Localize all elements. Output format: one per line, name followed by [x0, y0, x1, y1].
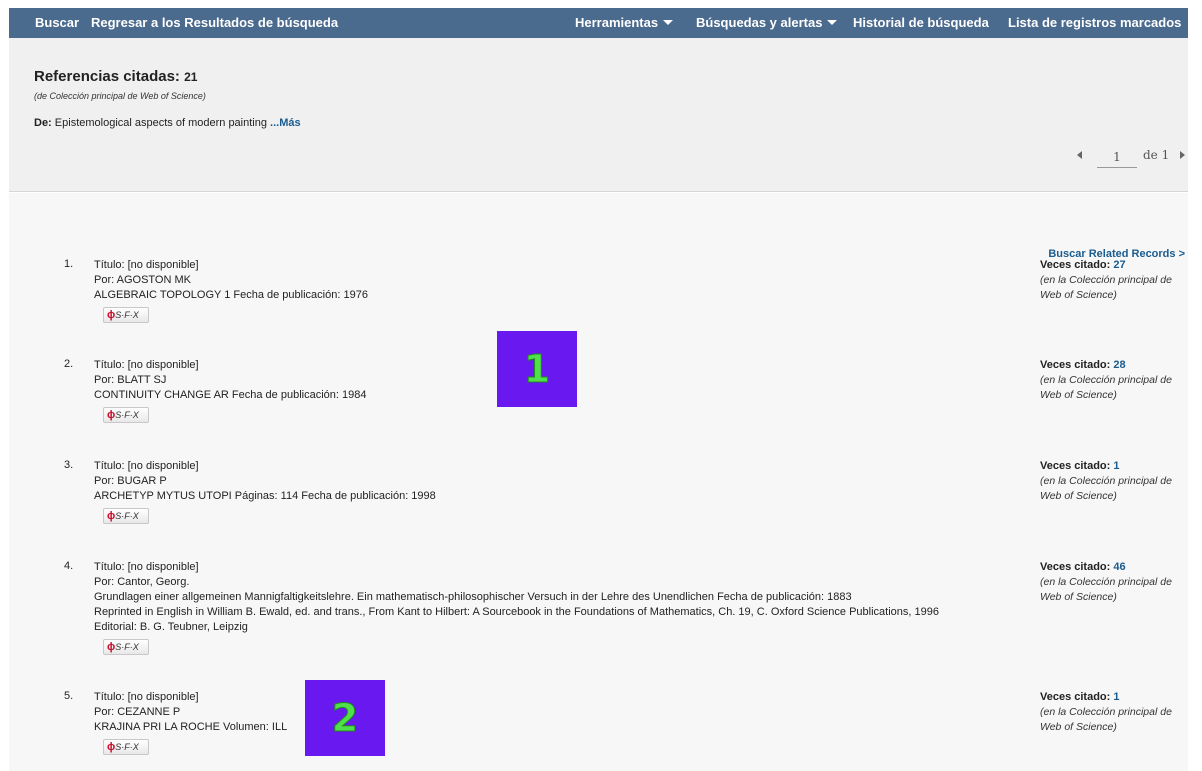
nav-regresar-link[interactable]: Regresar a los Resultados de búsqueda — [91, 15, 338, 30]
times-cited: Veces citado: 1 (en la Colección princip… — [1040, 690, 1185, 735]
record-reprint-note: Reprinted in English in William B. Ewald… — [94, 606, 939, 618]
source-article: De: Epistemological aspects of modern pa… — [34, 117, 301, 129]
times-cited-label: Veces citado: — [1040, 691, 1111, 703]
times-cited-count[interactable]: 46 — [1113, 561, 1125, 573]
next-page-icon[interactable] — [1180, 151, 1185, 159]
nav-busquedas-alertas-menu[interactable]: Búsquedas y alertas — [696, 15, 838, 30]
sfx-button[interactable]: ɸS·F·X — [103, 739, 149, 755]
record-author: Por: BUGAR P — [94, 475, 167, 487]
sfx-logo-icon: ɸ — [107, 741, 116, 753]
times-cited-label: Veces citado: — [1040, 259, 1111, 271]
record-publisher: Editorial: B. G. Teubner, Leipzig — [94, 621, 248, 633]
header-panel: Referencias citadas: 21 (de Colección pr… — [9, 38, 1188, 192]
marker-box-1: 1 — [497, 331, 577, 407]
record-source: ALGEBRAIC TOPOLOGY 1 Fecha de publicació… — [94, 289, 368, 301]
record-number: 3. — [64, 459, 74, 471]
record-title: Título: [no disponible] — [94, 561, 199, 573]
sfx-logo-icon: ɸ — [107, 510, 116, 522]
record-details: Título: [no disponible] Por: Cantor, Geo… — [94, 560, 1034, 655]
from-article-title: Epistemological aspects of modern painti… — [54, 117, 267, 129]
page-title: Referencias citadas: 21 — [34, 68, 197, 85]
reference-count: 21 — [184, 70, 198, 84]
chevron-down-icon — [827, 20, 838, 25]
marker-label-2: 2 — [331, 696, 359, 741]
page-number-input[interactable] — [1097, 146, 1137, 168]
chevron-down-icon — [663, 20, 674, 25]
record-details: Título: [no disponible] Por: BUGAR P ARC… — [94, 459, 1034, 524]
nav-buscar-link[interactable]: Buscar — [35, 15, 79, 30]
times-cited-label: Veces citado: — [1040, 460, 1111, 472]
more-link[interactable]: ...Más — [270, 117, 301, 129]
nav-herramientas-menu[interactable]: Herramientas — [575, 15, 674, 30]
record-number: 1. — [64, 258, 74, 270]
record-author: Por: Cantor, Georg. — [94, 576, 190, 588]
marker-box-2: 2 — [305, 680, 385, 756]
from-label: De: — [34, 117, 52, 129]
sfx-label: S·F·X — [115, 310, 139, 320]
record-author: Por: AGOSTON MK — [94, 274, 191, 286]
collection-source: (de Colección principal de Web of Scienc… — [34, 91, 206, 101]
record-source: Grundlagen einer allgemeinen Mannigfalti… — [94, 591, 852, 603]
sfx-logo-icon: ɸ — [107, 309, 116, 321]
times-cited-note: (en la Colección principal de Web of Sci… — [1040, 475, 1172, 502]
times-cited: Veces citado: 28 (en la Colección princi… — [1040, 358, 1185, 403]
times-cited-count[interactable]: 1 — [1113, 691, 1119, 703]
sfx-label: S·F·X — [115, 642, 139, 652]
record-source: KRAJINA PRI LA ROCHE Volumen: ILL — [94, 721, 288, 733]
times-cited-note: (en la Colección principal de Web of Sci… — [1040, 706, 1172, 733]
record-title: Título: [no disponible] — [94, 460, 199, 472]
sfx-logo-icon: ɸ — [107, 409, 116, 421]
sfx-logo-icon: ɸ — [107, 641, 116, 653]
times-cited: Veces citado: 46 (en la Colección princi… — [1040, 560, 1185, 605]
record-number: 5. — [64, 690, 74, 702]
sfx-label: S·F·X — [115, 742, 139, 752]
references-list: Buscar Related Records > 1. Título: [no … — [9, 193, 1188, 771]
record-details: Título: [no disponible] Por: AGOSTON MK … — [94, 258, 1034, 323]
times-cited-note: (en la Colección principal de Web of Sci… — [1040, 274, 1172, 301]
pagination: de 1 — [1077, 146, 1187, 170]
top-nav-bar: Buscar Regresar a los Resultados de búsq… — [9, 8, 1188, 38]
sfx-button[interactable]: ɸS·F·X — [103, 407, 149, 423]
times-cited-count[interactable]: 1 — [1113, 460, 1119, 472]
page-total: de 1 — [1143, 148, 1170, 162]
sfx-button[interactable]: ɸS·F·X — [103, 639, 149, 655]
times-cited: Veces citado: 27 (en la Colección princi… — [1040, 258, 1185, 303]
page-title-text: Referencias citadas: — [34, 68, 180, 85]
times-cited-label: Veces citado: — [1040, 561, 1111, 573]
times-cited: Veces citado: 1 (en la Colección princip… — [1040, 459, 1185, 504]
previous-page-icon[interactable] — [1077, 151, 1082, 159]
times-cited-count[interactable]: 28 — [1113, 359, 1125, 371]
record-author: Por: CEZANNE P — [94, 706, 181, 718]
record-title: Título: [no disponible] — [94, 691, 199, 703]
sfx-label: S·F·X — [115, 410, 139, 420]
record-details: Título: [no disponible] Por: CEZANNE P K… — [94, 690, 1034, 755]
nav-busquedas-alertas-label: Búsquedas y alertas — [696, 15, 823, 30]
nav-historial-link[interactable]: Historial de búsqueda — [853, 15, 989, 30]
nav-lista-marcados-link[interactable]: Lista de registros marcados — [1008, 15, 1181, 30]
sfx-button[interactable]: ɸS·F·X — [103, 508, 149, 524]
times-cited-label: Veces citado: — [1040, 359, 1111, 371]
marker-label-1: 1 — [523, 347, 551, 392]
record-number: 2. — [64, 358, 74, 370]
record-source: ARCHETYP MYTUS UTOPI Páginas: 114 Fecha … — [94, 490, 436, 502]
nav-herramientas-label: Herramientas — [575, 15, 659, 30]
times-cited-note: (en la Colección principal de Web of Sci… — [1040, 374, 1172, 401]
times-cited-count[interactable]: 27 — [1113, 259, 1125, 271]
times-cited-note: (en la Colección principal de Web of Sci… — [1040, 576, 1172, 603]
record-number: 4. — [64, 560, 74, 572]
record-title: Título: [no disponible] — [94, 259, 199, 271]
sfx-button[interactable]: ɸS·F·X — [103, 307, 149, 323]
sfx-label: S·F·X — [115, 511, 139, 521]
